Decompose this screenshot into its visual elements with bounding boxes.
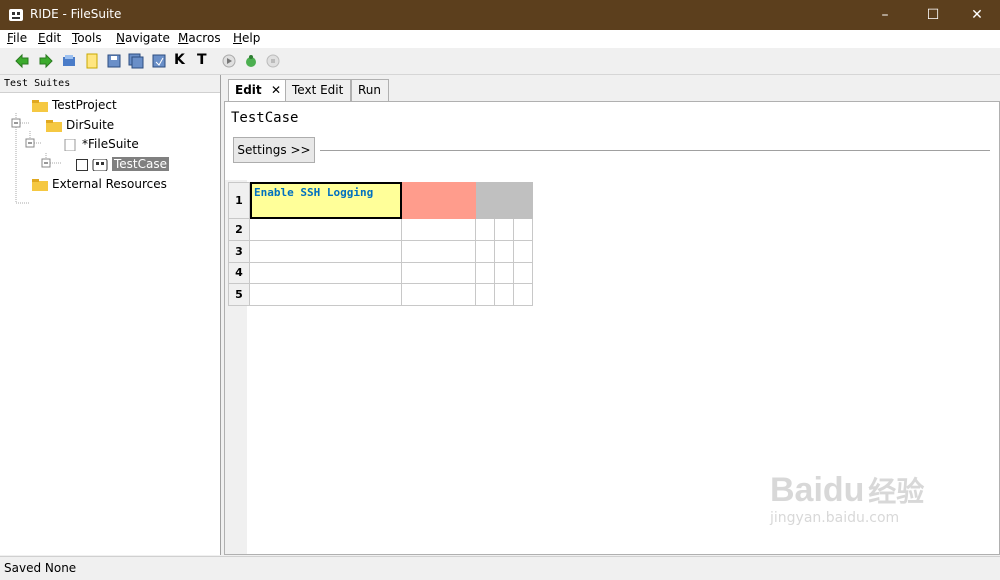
search-keyword-icon[interactable]: K <box>174 52 185 68</box>
settings-button[interactable]: Settings >> <box>233 137 315 163</box>
grid-cell[interactable] <box>495 263 514 284</box>
grid-cell-disabled[interactable] <box>476 182 533 219</box>
file-icon <box>64 138 76 151</box>
ride-app-icon <box>9 9 23 21</box>
menu-bar: File Edit Tools Navigate Macros Help <box>0 30 1000 48</box>
tree-item-filesuite[interactable]: *FileSuite <box>62 135 139 153</box>
grid-cell[interactable] <box>514 284 533 306</box>
close-tab-icon[interactable]: ✕ <box>271 80 281 100</box>
row-header[interactable]: 3 <box>228 241 250 263</box>
menu-macros[interactable]: Macros <box>178 31 221 45</box>
stop-icon[interactable] <box>265 53 281 69</box>
robot-icon <box>92 158 108 171</box>
grid-cell[interactable] <box>250 219 402 241</box>
grid-cell[interactable] <box>514 241 533 263</box>
folder-icon <box>32 99 48 112</box>
window-title: RIDE - FileSuite <box>30 7 122 21</box>
close-button[interactable]: ✕ <box>954 0 1000 30</box>
menu-tools[interactable]: Tools <box>72 31 102 45</box>
tree-item-testcase[interactable]: TestCase <box>76 155 169 173</box>
row-header[interactable]: 4 <box>228 263 250 284</box>
tree-item-external-resources[interactable]: External Resources <box>32 175 167 193</box>
grid-cell[interactable] <box>495 219 514 241</box>
minimize-button[interactable]: – <box>862 0 908 30</box>
status-bar: Saved None <box>0 556 1000 580</box>
run-icon[interactable] <box>221 53 237 69</box>
checkbox-icon[interactable] <box>76 158 88 171</box>
grid-cell[interactable] <box>476 241 495 263</box>
tab-text-edit[interactable]: Text Edit <box>285 79 351 101</box>
row-header[interactable]: 1 <box>228 182 250 219</box>
tab-run[interactable]: Run <box>351 79 389 101</box>
settings-divider <box>320 150 990 151</box>
tree-item-testproject[interactable]: TestProject <box>32 96 117 114</box>
tab-edit[interactable]: Edit ✕ <box>228 79 286 101</box>
grid-cell[interactable] <box>402 284 476 306</box>
menu-file[interactable]: File <box>7 31 27 45</box>
debug-icon[interactable] <box>243 53 259 69</box>
folder-icon <box>32 178 48 191</box>
tree-item-dirsuite[interactable]: DirSuite <box>46 116 114 134</box>
grid-cell[interactable] <box>476 284 495 306</box>
maximize-button[interactable]: ☐ <box>910 0 956 30</box>
grid-cell[interactable] <box>476 219 495 241</box>
save-all-icon[interactable] <box>128 53 144 69</box>
grid-cell[interactable] <box>476 263 495 284</box>
search-test-icon[interactable]: T <box>197 52 207 68</box>
grid-cell[interactable] <box>250 263 402 284</box>
menu-edit[interactable]: Edit <box>38 31 61 45</box>
folder-icon <box>46 119 62 132</box>
row-header[interactable]: 5 <box>228 284 250 306</box>
menu-navigate[interactable]: Navigate <box>116 31 170 45</box>
baidu-watermark: Baidu 经验 jingyan.baidu.com <box>770 471 925 526</box>
grid-cell[interactable] <box>402 241 476 263</box>
grid-cell[interactable] <box>514 219 533 241</box>
save-as-icon[interactable] <box>151 53 167 69</box>
grid-cell[interactable] <box>495 241 514 263</box>
forward-arrow-icon[interactable] <box>38 53 54 69</box>
grid-cell-error[interactable] <box>402 182 476 219</box>
title-bar: RIDE - FileSuite – ☐ ✕ <box>0 0 1000 30</box>
grid-cell[interactable] <box>250 284 402 306</box>
tree-header: Test Suites <box>0 75 220 93</box>
grid-cell[interactable] <box>402 263 476 284</box>
open-icon[interactable] <box>61 53 77 69</box>
save-icon[interactable] <box>106 53 122 69</box>
menu-help[interactable]: Help <box>233 31 260 45</box>
toolbar: K T <box>0 48 1000 75</box>
grid-cell-keyword[interactable]: Enable SSH Logging <box>250 182 402 219</box>
row-header[interactable]: 2 <box>228 219 250 241</box>
grid-cell[interactable] <box>495 284 514 306</box>
grid-cell[interactable] <box>250 241 402 263</box>
grid-cell[interactable] <box>514 263 533 284</box>
grid-cell[interactable] <box>402 219 476 241</box>
back-arrow-icon[interactable] <box>14 53 30 69</box>
new-file-icon[interactable] <box>84 53 100 69</box>
testcase-title: TestCase <box>231 110 299 126</box>
test-suites-pane: Test Suites TestProject DirSuite *FileSu… <box>0 75 221 555</box>
